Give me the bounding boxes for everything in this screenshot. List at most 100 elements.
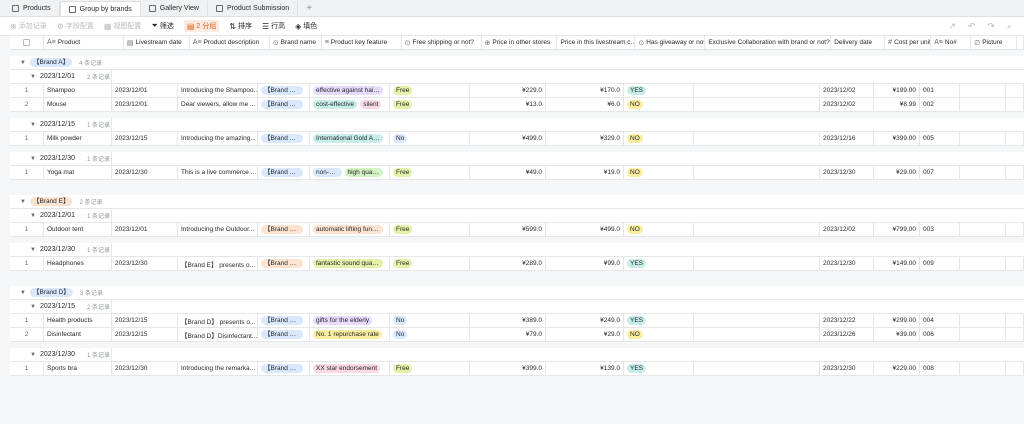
description-cell[interactable]: This is a live commerce ... (178, 166, 258, 179)
picture-cell[interactable] (960, 98, 1006, 111)
cost-cell[interactable]: ¥799.00 (874, 223, 920, 236)
exclusive-cell[interactable] (694, 257, 820, 270)
chevron-down-icon[interactable]: ▼ (30, 74, 36, 80)
shipping-cell[interactable]: Free (390, 166, 470, 179)
row-index[interactable]: 2 (10, 328, 44, 341)
giveaway-cell[interactable]: YES (624, 257, 694, 270)
number-cell[interactable]: 004 (920, 314, 960, 327)
giveaway-cell[interactable]: YES (624, 314, 694, 327)
sort-button[interactable]: ⇅ 排序 (229, 21, 252, 31)
brand-cell[interactable]: 【Brand E】 (258, 257, 310, 270)
feature-cell[interactable]: XX star endorsement (310, 362, 390, 375)
price-live-cell[interactable]: ¥329.0 (546, 132, 624, 145)
delivery-date-cell[interactable]: 2023/12/02 (820, 223, 874, 236)
giveaway-cell[interactable]: NO (624, 98, 694, 111)
feature-cell[interactable]: International Gold Aw... (310, 132, 390, 145)
shipping-cell[interactable]: Free (390, 98, 470, 111)
product-cell[interactable]: Headphones (44, 257, 112, 270)
table-row[interactable]: 1 Headphones 2023/12/30 【Brand E】 presents … (10, 257, 1024, 271)
filter-button[interactable]: ⏷ 筛选 (151, 21, 173, 31)
column-header-exclusive-collaboration-with-brand-or-not[interactable]: Exclusive Collaboration with brand or no… (705, 36, 832, 49)
feature-cell[interactable]: automatic lifting functi... (310, 223, 390, 236)
row-index[interactable]: 1 (10, 257, 44, 270)
price-live-cell[interactable]: ¥139.0 (546, 362, 624, 375)
delivery-date-cell[interactable]: 2023/12/02 (820, 84, 874, 97)
price-other-cell[interactable]: ¥13.0 (470, 98, 546, 111)
picture-cell[interactable] (960, 362, 1006, 375)
price-other-cell[interactable]: ¥399.0 (470, 362, 546, 375)
cost-cell[interactable]: ¥29.00 (874, 166, 920, 179)
product-cell[interactable]: Shampoo (44, 84, 112, 97)
delivery-date-cell[interactable]: 2023/12/30 (820, 166, 874, 179)
table-row[interactable]: 1 Outdoor tent 2023/12/01 Introducing the O… (10, 223, 1024, 237)
giveaway-cell[interactable]: YES (624, 84, 694, 97)
tab-product-submission[interactable]: Product Submission (208, 1, 299, 16)
livestream-date-cell[interactable]: 2023/12/01 (112, 84, 178, 97)
picture-cell[interactable] (960, 84, 1006, 97)
livestream-date-cell[interactable]: 2023/12/30 (112, 166, 178, 179)
fill-color-button[interactable]: ◈ 填色 (295, 21, 317, 31)
product-cell[interactable]: Mouse (44, 98, 112, 111)
number-cell[interactable]: 008 (920, 362, 960, 375)
giveaway-cell[interactable]: NO (624, 166, 694, 179)
chevron-down-icon[interactable]: ▼ (30, 247, 36, 253)
row-index[interactable]: 1 (10, 84, 44, 97)
number-cell[interactable]: 007 (920, 166, 960, 179)
chevron-down-icon[interactable]: ▼ (30, 352, 36, 358)
picture-cell[interactable] (960, 314, 1006, 327)
view-config-button[interactable]: ▦ 视图配置 (104, 21, 142, 31)
number-cell[interactable]: 009 (920, 257, 960, 270)
row-index[interactable]: 1 (10, 362, 44, 375)
table-row[interactable]: 2 Mouse 2023/12/01 Dear viewers, allow me .… (10, 98, 1024, 112)
exclusive-cell[interactable] (694, 314, 820, 327)
delivery-date-cell[interactable]: 2023/12/26 (820, 328, 874, 341)
product-cell[interactable]: Yoga mat (44, 166, 112, 179)
select-all-checkbox[interactable] (22, 39, 30, 46)
feature-cell[interactable]: gifts for the elderly (310, 314, 390, 327)
price-other-cell[interactable]: ¥389.0 (470, 314, 546, 327)
column-header-product-key-feature[interactable]: ≡ Product key feature (322, 36, 402, 49)
giveaway-cell[interactable]: NO (624, 132, 694, 145)
giveaway-cell[interactable]: YES (624, 362, 694, 375)
group-header-brand[interactable]: ▼ 【Brand E】 2 条记录 (10, 195, 1024, 209)
chevron-down-icon[interactable]: ▼ (30, 122, 36, 128)
delivery-date-cell[interactable]: 2023/12/16 (820, 132, 874, 145)
feature-cell[interactable]: fantastic sound quality (310, 257, 390, 270)
exclusive-cell[interactable] (694, 362, 820, 375)
price-live-cell[interactable]: ¥99.0 (546, 257, 624, 270)
table-row[interactable]: 1 Health products 2023/12/15 【Brand D】 pres… (10, 314, 1024, 328)
column-header-picture[interactable]: ∅ Picture (971, 36, 1018, 49)
number-cell[interactable]: 006 (920, 328, 960, 341)
exclusive-cell[interactable] (694, 166, 820, 179)
description-cell[interactable]: 【Brand D】Disinfectant... (178, 328, 258, 341)
cost-cell[interactable]: ¥149.00 (874, 257, 920, 270)
column-header-product[interactable]: A≡ Product (44, 36, 124, 49)
description-cell[interactable]: Introducing the remarka... (178, 362, 258, 375)
shipping-cell[interactable]: Free (390, 257, 470, 270)
chevron-down-icon[interactable]: ▼ (20, 199, 26, 205)
delivery-date-cell[interactable]: 2023/12/30 (820, 362, 874, 375)
picture-cell[interactable] (960, 132, 1006, 145)
column-header-delivery-date[interactable]: Delivery date (831, 36, 886, 49)
livestream-date-cell[interactable]: 2023/12/01 (112, 223, 178, 236)
livestream-date-cell[interactable]: 2023/12/30 (112, 362, 178, 375)
product-cell[interactable]: Disinfectant (44, 328, 112, 341)
field-config-button[interactable]: ⚙ 字段配置 (57, 21, 94, 31)
redo-icon[interactable]: ↷ (987, 21, 995, 32)
brand-cell[interactable]: 【Brand E】 (258, 223, 310, 236)
undo-icon[interactable]: ↶ (968, 21, 976, 32)
cost-cell[interactable]: ¥8.99 (874, 98, 920, 111)
description-cell[interactable]: Dear viewers, allow me ... (178, 98, 258, 111)
table-row[interactable]: 1 Sports bra 2023/12/30 Introducing the rem… (10, 362, 1024, 376)
price-other-cell[interactable]: ¥229.0 (470, 84, 546, 97)
shipping-cell[interactable]: No (390, 314, 470, 327)
product-cell[interactable]: Health products (44, 314, 112, 327)
livestream-date-cell[interactable]: 2023/12/30 (112, 257, 178, 270)
chevron-down-icon[interactable]: ▼ (20, 60, 26, 66)
chevron-down-icon[interactable]: ▼ (30, 213, 36, 219)
price-other-cell[interactable]: ¥49.0 (470, 166, 546, 179)
number-cell[interactable]: 001 (920, 84, 960, 97)
brand-cell[interactable]: 【Brand A】 (258, 84, 310, 97)
product-cell[interactable]: Milk powder (44, 132, 112, 145)
livestream-date-cell[interactable]: 2023/12/15 (112, 328, 178, 341)
